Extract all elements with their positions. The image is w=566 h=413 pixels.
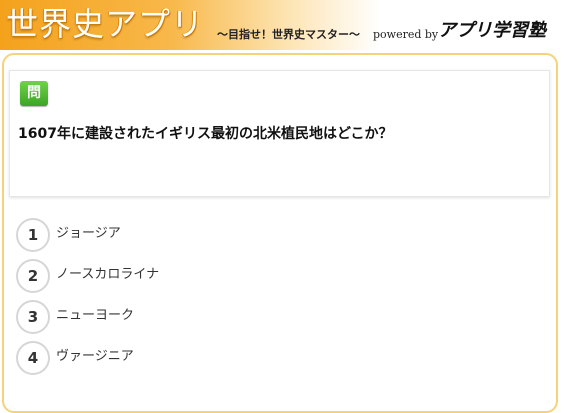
- choice-4[interactable]: 4 ヴァージニア: [16, 341, 536, 375]
- app-header: 世界史アプリ ～目指せ！世界史マスター～ powered by アプリ学習塾: [0, 0, 566, 52]
- choice-label: ノースカロライナ: [56, 267, 160, 282]
- app-tagline: ～目指せ！世界史マスター～: [217, 28, 360, 41]
- choice-label: ジョージア: [56, 226, 121, 241]
- choice-label: ヴァージニア: [56, 349, 134, 364]
- choice-number: 4: [16, 341, 50, 375]
- question-text: 1607年に建設されたイギリス最初の北米植民地はどこか？: [18, 126, 393, 142]
- question-badge: 問: [20, 81, 48, 106]
- choice-label: ニューヨーク: [56, 308, 135, 323]
- app-logo-banner: 世界史アプリ: [0, 0, 380, 50]
- brand-name: アプリ学習塾: [438, 20, 546, 41]
- choice-3[interactable]: 3 ニューヨーク: [16, 300, 536, 334]
- choice-1[interactable]: 1 ジョージア: [16, 218, 536, 252]
- powered-by-label: powered by: [373, 28, 439, 41]
- choice-number: 2: [16, 259, 50, 293]
- choice-number: 3: [16, 300, 50, 334]
- choice-2[interactable]: 2 ノースカロライナ: [16, 259, 536, 293]
- choice-number: 1: [16, 218, 50, 252]
- app-title: 世界史アプリ: [6, 5, 205, 43]
